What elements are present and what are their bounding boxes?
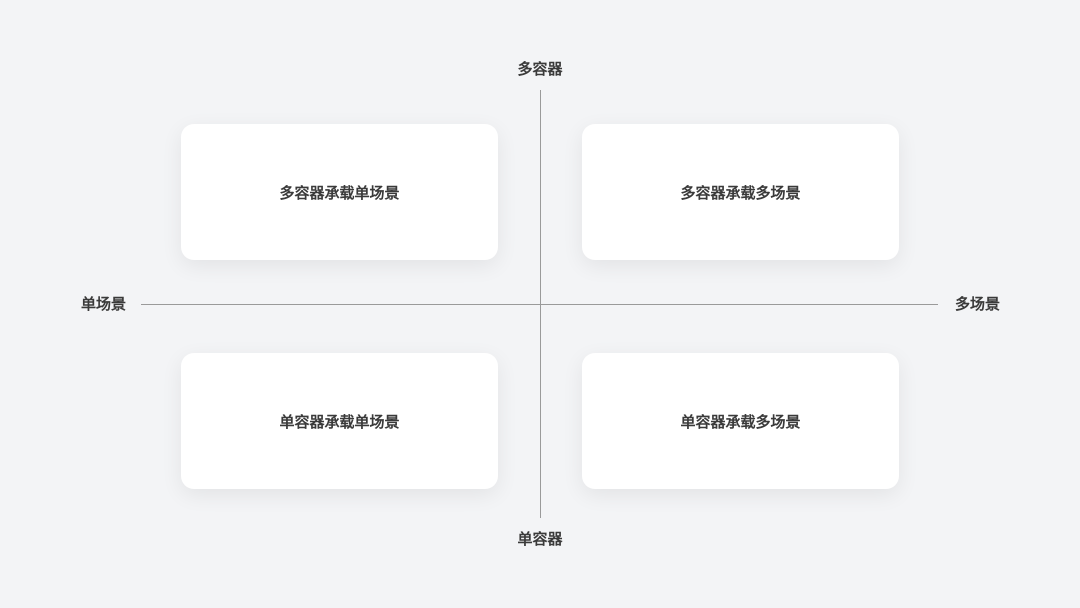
quadrant-card-bottom-right: 单容器承载多场景 <box>582 353 899 489</box>
quadrant-label-bottom-right: 单容器承载多场景 <box>680 412 801 431</box>
quadrant-card-bottom-left: 单容器承载单场景 <box>181 353 498 489</box>
quadrant-label-top-left: 多容器承载单场景 <box>279 183 400 202</box>
vertical-axis-line <box>540 90 541 518</box>
axis-label-top: 多容器 <box>517 60 563 78</box>
quadrant-label-top-right: 多容器承载多场景 <box>680 183 801 202</box>
quadrant-label-bottom-left: 单容器承载单场景 <box>279 412 400 431</box>
axis-label-bottom: 单容器 <box>517 530 563 548</box>
quadrant-card-top-right: 多容器承载多场景 <box>582 124 899 260</box>
axis-label-left: 单场景 <box>81 295 127 313</box>
axis-label-right: 多场景 <box>955 295 1001 313</box>
quadrant-card-top-left: 多容器承载单场景 <box>181 124 498 260</box>
